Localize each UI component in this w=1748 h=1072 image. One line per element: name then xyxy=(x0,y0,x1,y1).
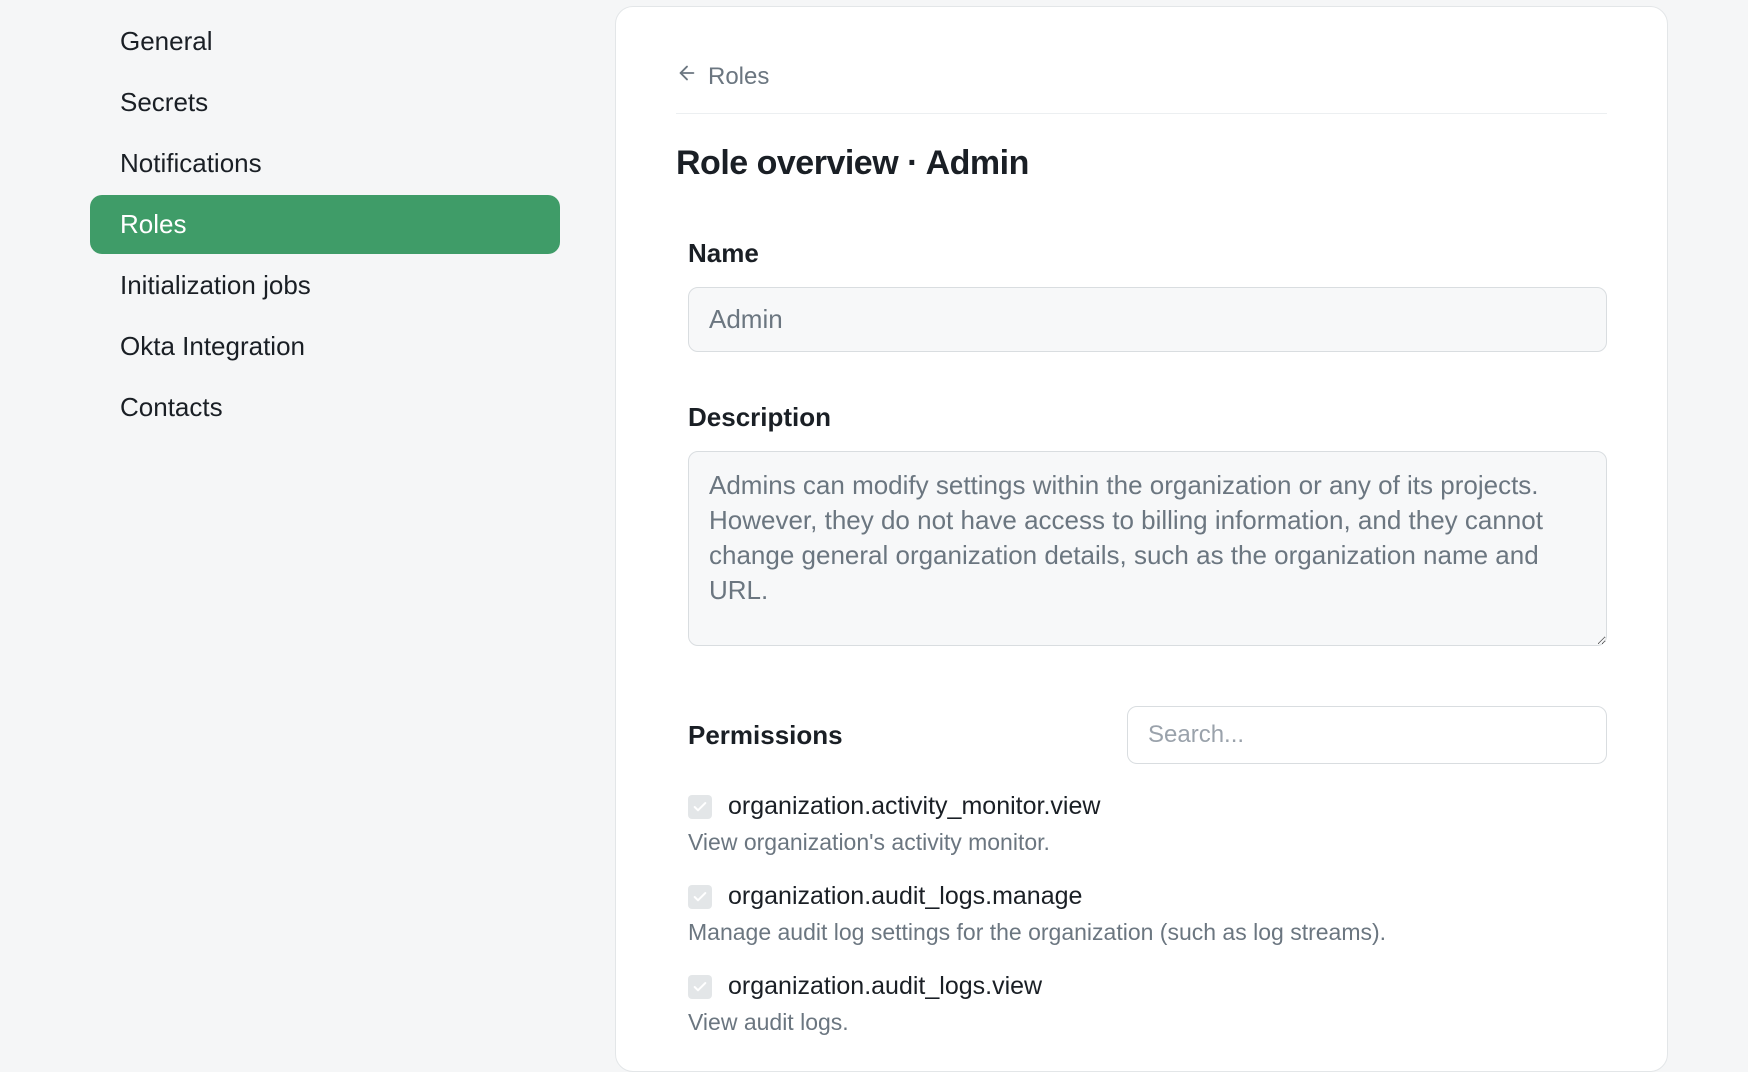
permission-checkbox[interactable] xyxy=(688,975,712,999)
sidebar-item-contacts[interactable]: Contacts xyxy=(90,378,560,437)
permission-description: View audit logs. xyxy=(688,1009,1607,1036)
name-input[interactable] xyxy=(688,287,1607,352)
description-label: Description xyxy=(688,402,1607,433)
breadcrumb-label: Roles xyxy=(708,63,769,91)
sidebar-item-okta-integration[interactable]: Okta Integration xyxy=(90,317,560,376)
permission-row: organization.audit_logs.view View audit … xyxy=(688,972,1607,1036)
permissions-label: Permissions xyxy=(688,720,843,751)
permission-name: organization.audit_logs.view xyxy=(728,972,1042,1001)
permission-checkbox[interactable] xyxy=(688,795,712,819)
sidebar-item-initialization-jobs[interactable]: Initialization jobs xyxy=(90,256,560,315)
sidebar-item-notifications[interactable]: Notifications xyxy=(90,134,560,193)
main-content: Roles Role overview · Admin Name Descrip… xyxy=(615,0,1748,1072)
role-card: Roles Role overview · Admin Name Descrip… xyxy=(615,6,1668,1072)
sidebar-item-secrets[interactable]: Secrets xyxy=(90,73,560,132)
check-icon xyxy=(692,889,708,905)
arrow-left-icon xyxy=(676,62,698,91)
name-label: Name xyxy=(688,238,1607,269)
permission-checkbox[interactable] xyxy=(688,885,712,909)
permission-name: organization.activity_monitor.view xyxy=(728,792,1100,821)
description-textarea[interactable] xyxy=(688,451,1607,646)
sidebar-item-general[interactable]: General xyxy=(90,12,560,71)
check-icon xyxy=(692,979,708,995)
permissions-search-input[interactable] xyxy=(1127,706,1607,764)
permission-name: organization.audit_logs.manage xyxy=(728,882,1082,911)
permission-row: organization.activity_monitor.view View … xyxy=(688,792,1607,856)
permission-row: organization.audit_logs.manage Manage au… xyxy=(688,882,1607,946)
check-icon xyxy=(692,799,708,815)
breadcrumb-back[interactable]: Roles xyxy=(676,62,1607,114)
permission-description: View organization's activity monitor. xyxy=(688,829,1607,856)
permission-description: Manage audit log settings for the organi… xyxy=(688,919,1607,946)
sidebar-item-roles[interactable]: Roles xyxy=(90,195,560,254)
page-title: Role overview · Admin xyxy=(676,144,1607,183)
sidebar: General Secrets Notifications Roles Init… xyxy=(35,0,615,1072)
